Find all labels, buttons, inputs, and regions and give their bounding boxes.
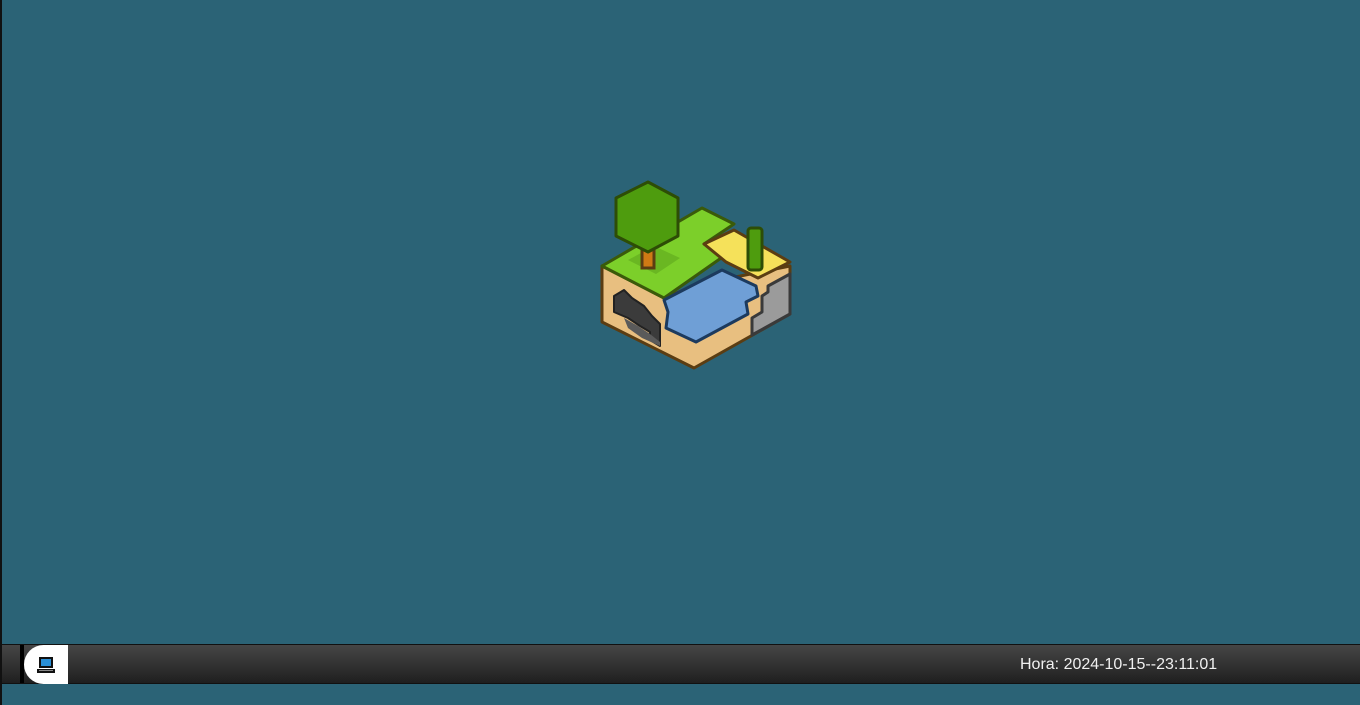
taskbar-clock: Hora: 2024-10-15--23:11:01 (1020, 656, 1218, 673)
start-button[interactable] (24, 645, 68, 684)
computer-icon (37, 656, 55, 673)
voxel-island-logo-icon (600, 180, 792, 370)
window-edge (0, 0, 2, 705)
taskbar: Hora: 2024-10-15--23:11:01 (2, 644, 1360, 684)
desktop: Hora: 2024-10-15--23:11:01 (0, 0, 1360, 705)
